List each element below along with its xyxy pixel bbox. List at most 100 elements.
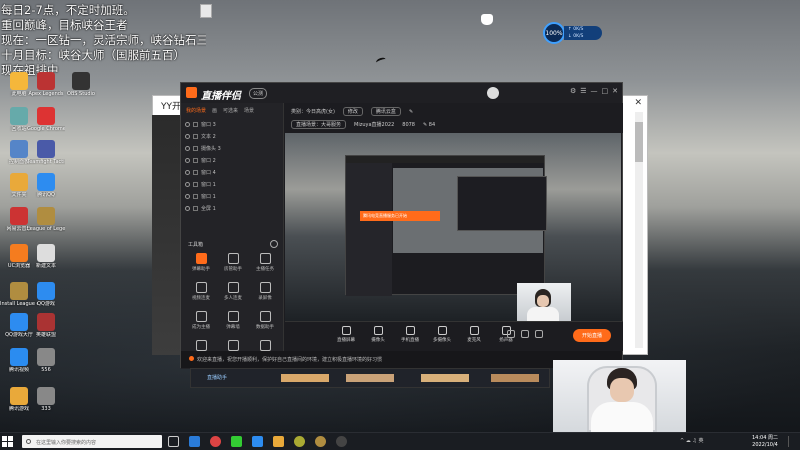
desktop-icon[interactable]: 556 [27, 348, 65, 373]
toolbar-item[interactable]: 麦克风 [463, 326, 485, 343]
windows-start-icon[interactable] [2, 436, 14, 448]
scene-item[interactable]: 文本 2 [185, 130, 279, 142]
tab-scene[interactable]: 场景 [244, 107, 254, 114]
menu-icon[interactable]: ☰ [580, 87, 586, 95]
avatar[interactable] [487, 87, 499, 99]
clock[interactable]: 14:04 周二 2022/10/4 [748, 435, 782, 449]
close-icon[interactable]: ✕ [634, 98, 642, 108]
desktop-icon[interactable]: 英雄联盟 [27, 313, 65, 338]
person-face [610, 378, 634, 402]
app-icon [37, 387, 55, 405]
file-icon[interactable] [200, 4, 212, 18]
scrollbar[interactable] [635, 112, 643, 348]
eye-icon[interactable] [185, 157, 190, 163]
desktop-icon[interactable]: Google Chrome [27, 107, 65, 132]
cloud-box-button[interactable]: 腾讯云盒 [370, 107, 401, 116]
tool-item[interactable]: 录屏像 [249, 282, 281, 301]
toolbar-item[interactable]: 多摄像头 [431, 326, 453, 343]
lock-icon[interactable] [193, 157, 198, 163]
eye-icon[interactable] [185, 169, 190, 175]
maximize-icon[interactable]: □ [602, 87, 609, 95]
league-icon[interactable] [315, 436, 326, 447]
streaming-app-window[interactable]: 直播伴侣 公测 ⚙ ☰ — □ ✕ 我的场景 画 可选来 场景 窗口 3 文本 2… [180, 82, 623, 369]
app-icon [10, 387, 28, 405]
scene-item[interactable]: 窗口 1 [185, 190, 279, 202]
taskbar-search-input[interactable]: 在这里输入你要搜索的内容 [22, 435, 162, 448]
lock-icon[interactable] [193, 121, 198, 127]
eye-icon[interactable] [185, 121, 190, 127]
settings-icon[interactable]: ⚙ [570, 87, 576, 95]
eye-icon[interactable] [185, 133, 190, 139]
game-icon[interactable] [294, 436, 305, 447]
toolbar-item[interactable]: 直播屏幕 [335, 326, 357, 343]
scrollbar-thumb[interactable] [635, 122, 643, 162]
task-view-icon[interactable] [168, 436, 179, 447]
eye-icon[interactable] [185, 193, 190, 199]
tool-item[interactable]: 多人连麦 [217, 282, 249, 301]
eye-icon[interactable] [185, 205, 190, 211]
start-live-button[interactable]: 开始直播 [573, 329, 611, 342]
scene-item[interactable]: 窗口 2 [185, 154, 279, 166]
tab-scenes[interactable]: 我的场景 [186, 107, 206, 114]
folder-icon[interactable] [273, 436, 284, 447]
camera-toggle-icon[interactable] [507, 330, 515, 338]
lock-icon[interactable] [193, 205, 198, 211]
app-titlebar[interactable]: 直播伴侣 公测 ⚙ ☰ — □ ✕ [181, 83, 622, 103]
tool-item[interactable]: 数据助手 [249, 311, 281, 330]
toolbar-item[interactable]: 摄像头 [367, 326, 389, 343]
desktop-icon[interactable]: League of Legends [27, 207, 65, 232]
file-explorer-icon[interactable] [189, 436, 200, 447]
desktop-icon[interactable]: 腾讯QQ [27, 173, 65, 198]
tool-icon [259, 282, 271, 293]
tool-item[interactable]: 弹幕墙 [217, 311, 249, 330]
tool-item[interactable]: 成为主播 [185, 311, 217, 330]
eye-icon[interactable] [185, 145, 190, 151]
lock-icon[interactable] [193, 193, 198, 199]
lower-panel[interactable]: 直播助手 [190, 368, 550, 388]
scene-item[interactable]: 全屏 1 [185, 202, 279, 214]
lock-icon[interactable] [193, 133, 198, 139]
scene-item[interactable]: 窗口 4 [185, 166, 279, 178]
tool-item[interactable]: 主播任务 [249, 253, 281, 272]
close-icon[interactable]: ✕ [612, 87, 618, 95]
desktop-icon[interactable]: 333 [27, 387, 65, 412]
tool-label: 成为主播 [192, 325, 210, 330]
network-speed-widget[interactable]: 100% ↑ 0K/S ↓ 0K/S [543, 22, 603, 44]
edit-category-button[interactable]: 修改 [342, 107, 363, 116]
wechat-icon[interactable] [231, 436, 242, 447]
stream-preview[interactable]: 腾讯电竞直播服务已开始 [285, 133, 621, 321]
preview-webcam [517, 283, 571, 321]
settings-icon[interactable] [535, 330, 543, 338]
lock-icon[interactable] [193, 181, 198, 187]
edit-icon[interactable]: ✎ [409, 109, 413, 115]
minimize-icon[interactable]: — [591, 87, 598, 95]
qq-icon[interactable] [252, 436, 263, 447]
chrome-icon[interactable] [210, 436, 221, 447]
scene-item[interactable]: 窗口 1 [185, 178, 279, 190]
tray-icons[interactable]: ^ ☁ ♫ 英 [680, 437, 703, 444]
tool-item[interactable]: 视频连麦 [185, 282, 217, 301]
toolbox-settings-icon[interactable] [270, 240, 278, 248]
desktop-icon[interactable]: 新建文本 [27, 244, 65, 269]
show-desktop-button[interactable] [788, 436, 797, 447]
desktop-icon[interactable]: QQ游戏 [27, 282, 65, 307]
system-tray[interactable]: ^ ☁ ♫ 英 [680, 437, 703, 444]
lock-icon[interactable] [193, 169, 198, 175]
record-icon[interactable] [521, 330, 529, 338]
tool-item[interactable]: 弹幕助手 [185, 253, 217, 272]
app-icon [10, 282, 28, 300]
tab-optional[interactable]: 可选来 [223, 107, 238, 114]
lock-icon[interactable] [193, 145, 198, 151]
scene-select[interactable]: 直播场景：大哥服务 [291, 120, 347, 129]
toolbar-item[interactable]: 手机直播 [399, 326, 421, 343]
tool-item[interactable]: 房管助手 [217, 253, 249, 272]
obs-icon[interactable] [336, 436, 347, 447]
desktop-icon[interactable]: OBS Studio [62, 72, 100, 97]
desktop-icon[interactable]: Teamfight Tactics [27, 140, 65, 165]
scene-item[interactable]: 窗口 3 [185, 118, 279, 130]
tab-canvas[interactable]: 画 [212, 107, 217, 114]
eye-icon[interactable] [185, 181, 190, 187]
scene-item[interactable]: 摄像头 3 [185, 142, 279, 154]
desktop-icon[interactable]: Apex Legends [27, 72, 65, 97]
desktop-icon-label: 英雄联盟 [35, 332, 56, 338]
